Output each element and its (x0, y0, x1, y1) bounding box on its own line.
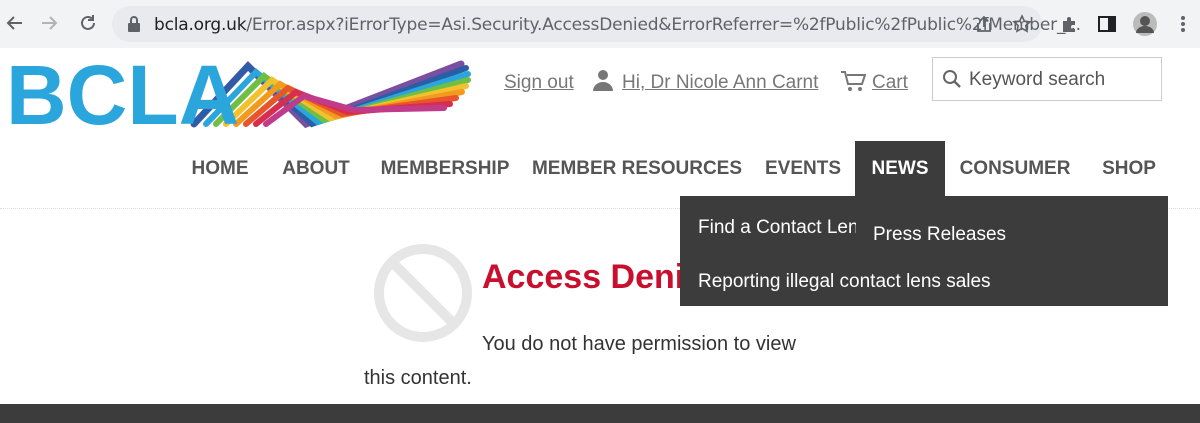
bcla-logo-graphic: BCLA (6, 48, 471, 142)
dropdown-item-press-releases[interactable]: Press Releases (873, 224, 1006, 246)
profile-avatar[interactable] (1132, 11, 1158, 37)
forward-arrow-icon (42, 16, 58, 30)
cart-link[interactable]: Cart (872, 72, 908, 94)
access-denied-message-line2: this content. (364, 367, 472, 389)
lock-icon (128, 16, 140, 32)
reload-icon (81, 15, 95, 30)
main-nav: HOME ABOUT MEMBERSHIP MEMBER RESOURCES E… (0, 141, 1200, 197)
kebab-menu-icon (1181, 16, 1185, 32)
cart-icon[interactable] (840, 70, 866, 92)
browser-toolbar: bcla.org.uk/Error.aspx?iErrorType=Asi.Se… (0, 0, 1200, 48)
star-bookmark-icon[interactable] (1012, 14, 1032, 34)
nav-shop[interactable]: SHOP (1090, 141, 1168, 197)
logo-text: BCLA (6, 58, 239, 133)
nav-membership[interactable]: MEMBERSHIP (370, 141, 520, 197)
url-host: bcla.org.uk (154, 15, 247, 35)
url-path: /Error.aspx?iErrorType=Asi.Security.Acce… (246, 15, 1081, 35)
sign-out-link[interactable]: Sign out (504, 72, 574, 94)
side-panel-icon (1098, 16, 1116, 32)
nav-news[interactable]: NEWS (855, 141, 945, 197)
dropdown-item-reporting-illegal-sales[interactable]: Reporting illegal contact lens sales (698, 271, 991, 293)
puzzle-icon (1063, 17, 1075, 32)
side-panel-button[interactable] (1094, 11, 1120, 37)
user-greeting-link[interactable]: Hi, Dr Nicole Ann Carnt (622, 72, 818, 94)
reload-button[interactable] (75, 10, 101, 36)
nav-events[interactable]: EVENTS (755, 141, 851, 197)
nav-consumer[interactable]: CONSUMER (950, 141, 1080, 197)
access-denied-message-line1: You do not have permission to view (482, 333, 796, 355)
search-input[interactable] (967, 67, 1157, 93)
avatar-icon (1133, 12, 1157, 36)
keyword-search[interactable] (932, 57, 1162, 101)
dropdown-item-find-contact-lens[interactable]: Find a Contact Lens (698, 217, 856, 239)
search-icon[interactable] (942, 69, 962, 89)
bcla-logo[interactable]: BCLA (6, 48, 476, 142)
news-dropdown-menu: Find a Contact Lens Press Releases Repor… (680, 196, 1168, 306)
forward-button[interactable] (36, 10, 62, 36)
nav-home[interactable]: HOME (178, 141, 262, 197)
extensions-button[interactable] (1057, 11, 1083, 37)
user-icon (593, 70, 613, 91)
address-bar[interactable]: bcla.org.uk/Error.aspx?iErrorType=Asi.Se… (112, 6, 1081, 42)
share-icon[interactable] (974, 14, 994, 34)
no-entry-icon (374, 244, 472, 342)
access-denied-title: Access Deni (482, 258, 685, 296)
back-arrow-icon (6, 16, 22, 30)
back-button[interactable] (2, 10, 28, 36)
nav-about[interactable]: ABOUT (270, 141, 362, 197)
nav-member-resources[interactable]: MEMBER RESOURCES (530, 141, 744, 197)
footer-bar (0, 404, 1200, 423)
browser-menu-button[interactable] (1170, 11, 1196, 37)
url-text: bcla.org.uk/Error.aspx?iErrorType=Asi.Se… (154, 15, 1081, 35)
